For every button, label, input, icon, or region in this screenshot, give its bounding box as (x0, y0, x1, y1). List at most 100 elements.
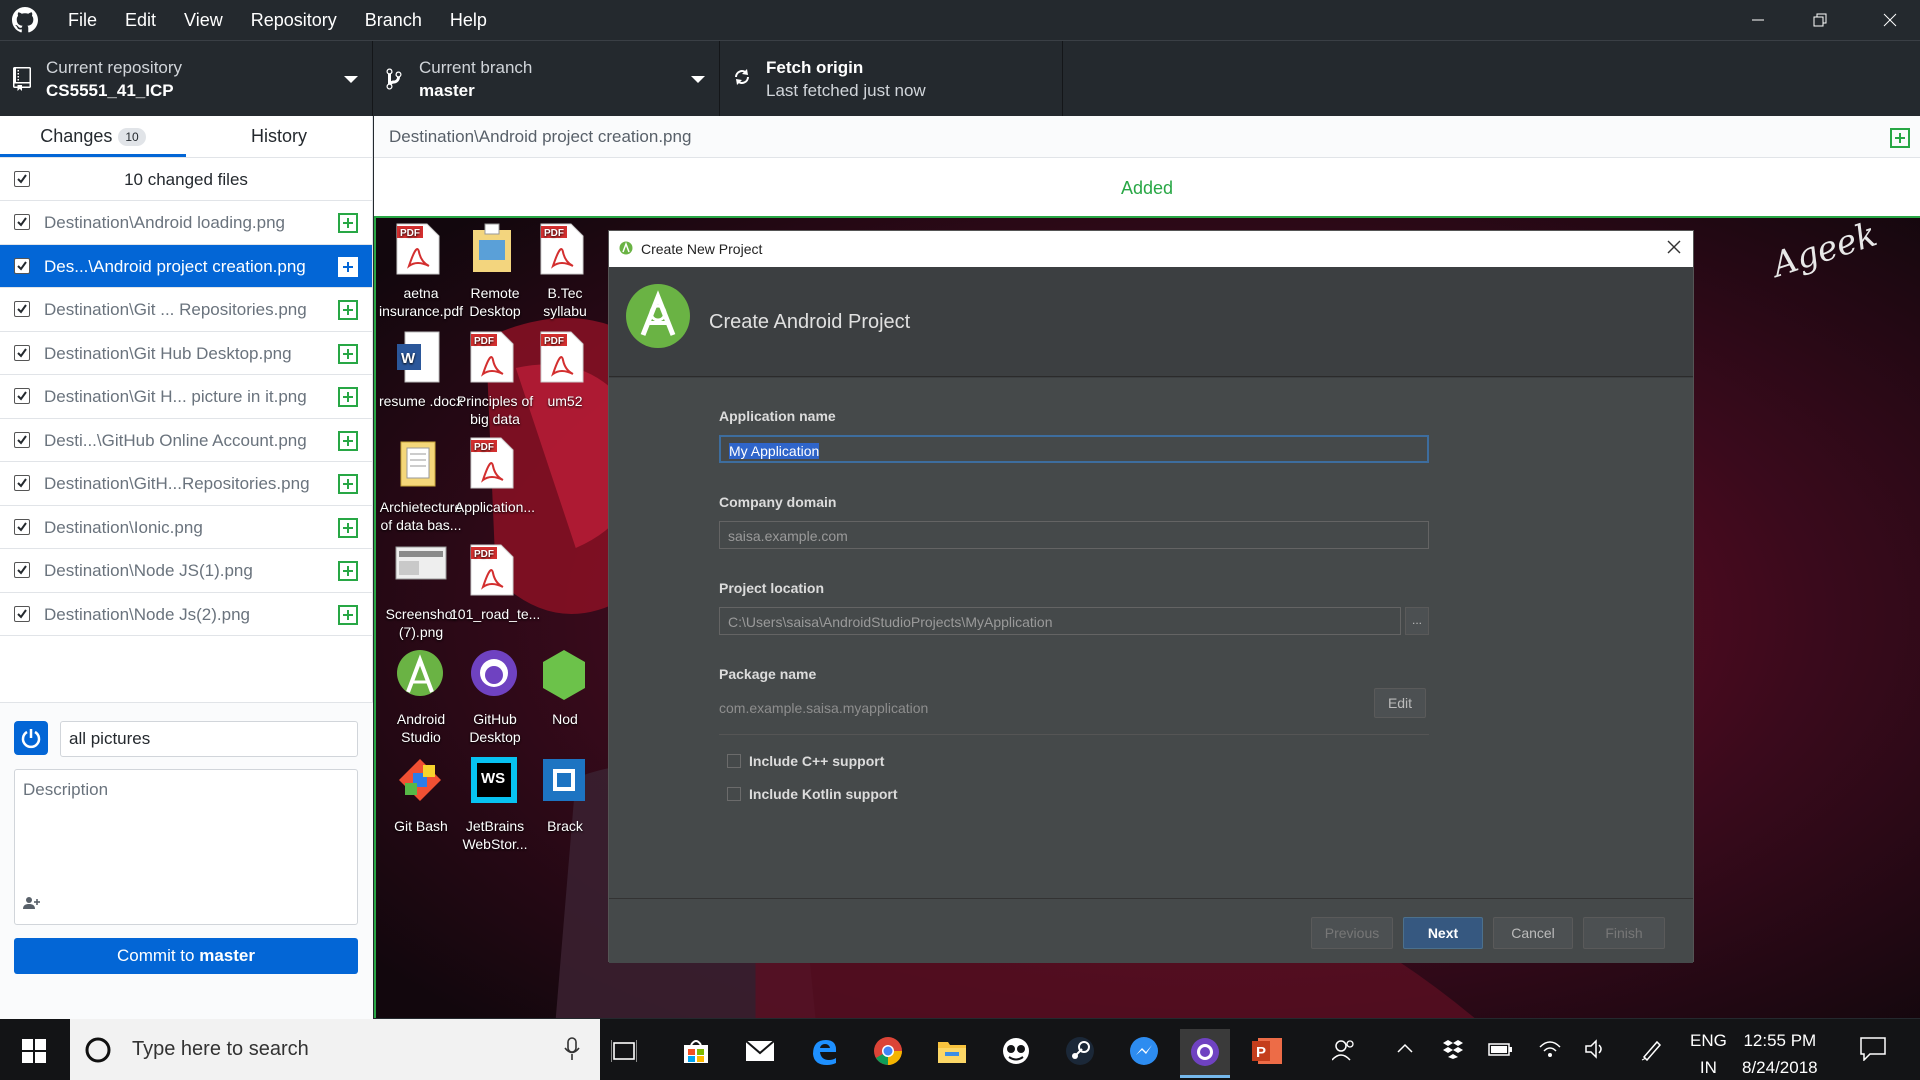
include-cpp-checkbox[interactable]: Include C++ support (727, 753, 884, 769)
commit-button[interactable]: Commit to master (14, 938, 358, 974)
dropbox-icon[interactable] (1442, 1039, 1464, 1059)
file-added-icon (1890, 128, 1910, 148)
include-kotlin-checkbox[interactable]: Include Kotlin support (727, 786, 898, 802)
android-icon (395, 648, 447, 706)
file-added-icon (338, 256, 358, 277)
application-name-label: Application name (719, 408, 836, 424)
pen-icon[interactable] (1640, 1039, 1662, 1061)
folder-icon (395, 436, 447, 494)
desktop-icon-pdf[interactable]: PDF 101_road_te... (450, 543, 540, 623)
windows-taskbar: Type here to search P ENG IN 12:55 PM 8/… (0, 1019, 1920, 1080)
file-explorer-icon[interactable] (932, 1031, 972, 1071)
file-include-checkbox[interactable] (14, 562, 30, 578)
add-coauthor-icon[interactable] (23, 896, 41, 910)
previous-button[interactable]: Previous (1311, 917, 1393, 949)
restore-icon (1813, 13, 1827, 27)
windows-start-icon[interactable] (22, 1039, 46, 1063)
input-language-indicator[interactable]: ENG IN (1690, 1027, 1727, 1080)
edit-package-button[interactable]: Edit (1374, 688, 1426, 718)
file-include-checkbox[interactable] (14, 301, 30, 317)
file-include-checkbox[interactable] (14, 518, 30, 535)
next-button[interactable]: Next (1403, 917, 1483, 949)
desktop-icon-pdf[interactable]: PDF Application... (450, 436, 540, 516)
svg-text:PDF: PDF (544, 228, 564, 239)
file-list-item[interactable]: Destination\Git ... Repositories.png (0, 288, 372, 332)
project-location-input[interactable]: C:\Users\saisa\AndroidStudioProjects\MyA… (719, 607, 1401, 635)
menu-file[interactable]: File (54, 0, 111, 40)
microsoft-store-icon[interactable] (676, 1031, 716, 1071)
camera-app-icon[interactable] (996, 1031, 1036, 1071)
fetch-origin-button[interactable]: Fetch origin Last fetched just now (720, 41, 1063, 117)
taskbar-search-box[interactable]: Type here to search (70, 1019, 600, 1080)
company-domain-input[interactable]: saisa.example.com (719, 521, 1429, 549)
create-project-dialog: Create New Project Create Android Projec… (608, 230, 1694, 963)
application-name-input[interactable]: My Application (719, 435, 1429, 463)
tab-changes[interactable]: Changes 10 (0, 116, 186, 157)
close-button[interactable] (1860, 0, 1920, 40)
chevron-up-icon[interactable] (1395, 1039, 1415, 1059)
github-logo-icon (12, 7, 38, 33)
menu-branch[interactable]: Branch (351, 0, 436, 40)
file-include-checkbox[interactable] (14, 257, 30, 274)
wifi-icon[interactable] (1538, 1039, 1562, 1059)
microphone-icon[interactable] (564, 1037, 580, 1061)
file-include-checkbox[interactable] (14, 431, 30, 448)
messenger-icon[interactable] (1124, 1031, 1164, 1071)
repository-name: CS5551_41_ICP (46, 81, 174, 100)
file-list-item[interactable]: Desti...\GitHub Online Account.png (0, 419, 372, 462)
commit-summary-input[interactable] (60, 721, 358, 757)
file-include-checkbox[interactable] (14, 388, 30, 404)
menu-edit[interactable]: Edit (111, 0, 170, 40)
file-list-item[interactable]: Destination\Git H... picture in it.png (0, 375, 372, 419)
file-list-item[interactable]: Des...\Android project creation.png (0, 244, 372, 288)
rdp-icon (469, 222, 521, 280)
file-include-checkbox[interactable] (14, 344, 30, 361)
file-include-checkbox[interactable] (14, 605, 30, 622)
minimize-button[interactable] (1728, 0, 1788, 40)
file-list-item[interactable]: Destination\Node Js(2).png (0, 593, 372, 636)
diff-status-bar: Added (374, 158, 1920, 218)
finish-button[interactable]: Finish (1583, 917, 1665, 949)
toolbar: Current repository CS5551_41_ICP Current… (0, 40, 1920, 117)
cancel-button[interactable]: Cancel (1493, 917, 1573, 949)
mail-icon[interactable] (740, 1031, 780, 1071)
current-repository-button[interactable]: Current repository CS5551_41_ICP (0, 41, 373, 117)
steam-icon[interactable] (1060, 1031, 1100, 1071)
volume-icon[interactable] (1584, 1039, 1608, 1059)
browse-button[interactable]: ... (1405, 607, 1429, 635)
commit-description-field[interactable]: Description (14, 769, 358, 925)
file-list-item[interactable]: Destination\Ionic.png (0, 506, 372, 549)
tab-history[interactable]: History (186, 116, 372, 157)
file-include-checkbox[interactable] (14, 214, 30, 230)
restore-button[interactable] (1790, 0, 1850, 40)
desktop-icon-pdf[interactable]: PDF B.Tec syllabu (520, 222, 610, 320)
action-center-icon[interactable] (1860, 1037, 1886, 1061)
desktop-icon-node[interactable]: Nod (520, 648, 610, 728)
file-list-item[interactable]: Destination\Node JS(1).png (0, 549, 372, 593)
dialog-close-icon[interactable] (1665, 238, 1683, 256)
current-branch-button[interactable]: Current branch master (373, 41, 720, 117)
diff-status-label: Added (1120, 178, 1174, 198)
file-include-checkbox[interactable] (14, 475, 30, 491)
people-icon[interactable] (1332, 1039, 1356, 1061)
desktop-icon-label: 101_road_te... (450, 606, 541, 622)
powerpoint-icon[interactable]: P (1248, 1031, 1288, 1071)
branch-icon (385, 67, 403, 91)
chrome-icon[interactable] (868, 1031, 908, 1071)
file-list-item[interactable]: Destination\Git Hub Desktop.png (0, 332, 372, 375)
file-added-icon (338, 604, 358, 625)
menu-repository[interactable]: Repository (237, 0, 351, 40)
desktop-icon-label: Application... (454, 499, 536, 515)
menu-view[interactable]: View (170, 0, 237, 40)
minimize-icon (1752, 19, 1764, 21)
menu-help[interactable]: Help (436, 0, 501, 40)
file-list-item[interactable]: Destination\Android loading.png (0, 201, 372, 245)
edge-browser-icon[interactable] (804, 1031, 844, 1071)
github-desktop-taskbar-icon[interactable] (1180, 1029, 1230, 1078)
battery-icon[interactable] (1488, 1039, 1514, 1059)
file-list-item[interactable]: Destination\GitH...Repositories.png (0, 462, 372, 506)
clock[interactable]: 12:55 PM 8/24/2018 (1742, 1027, 1818, 1080)
task-view-icon[interactable] (604, 1031, 644, 1071)
desktop-icon-pdf[interactable]: PDF um52 (520, 330, 610, 410)
desktop-icon-brackets[interactable]: Brack (520, 755, 610, 835)
